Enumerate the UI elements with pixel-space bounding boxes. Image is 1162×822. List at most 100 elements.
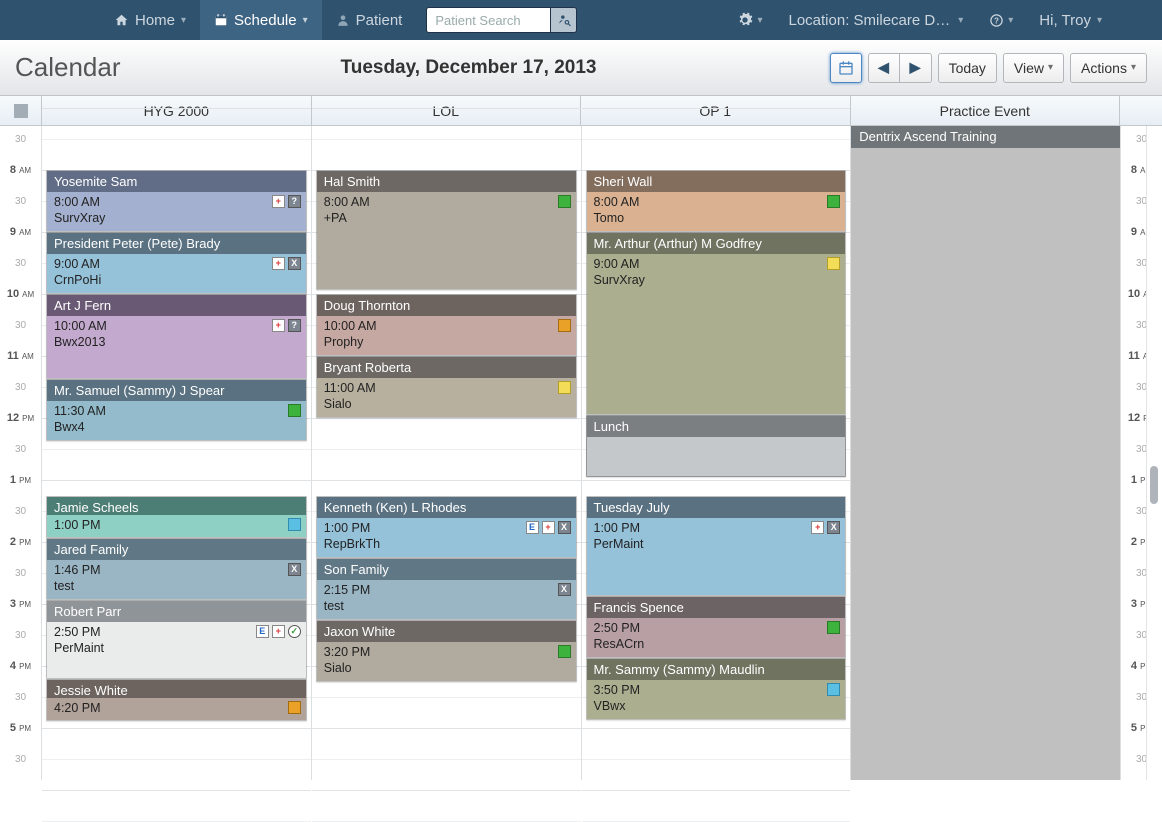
column-label: HYG 2000 xyxy=(144,103,209,119)
nav-schedule[interactable]: Schedule ▾ xyxy=(200,0,322,40)
datepicker-button[interactable] xyxy=(830,53,862,83)
operatory-column[interactable]: Sheri Wall8:00 AMTomoMr. Arthur (Arthur)… xyxy=(582,126,852,780)
appointment-procedure: Tomo xyxy=(594,211,839,227)
nav-home[interactable]: Home ▾ xyxy=(100,0,200,40)
appointment-body: 11:30 AMBwx4 xyxy=(47,401,306,440)
appointment-card[interactable]: Mr. Samuel (Sammy) J Spear11:30 AMBwx4 xyxy=(46,379,307,441)
calendar-toolbar: Calendar Tuesday, December 17, 2013 ◀ ▶ … xyxy=(0,40,1162,96)
appointment-icons xyxy=(827,257,840,270)
user-menu[interactable]: Hi, Troy ▾ xyxy=(1025,0,1102,40)
prev-button[interactable]: ◀ xyxy=(868,53,900,83)
appointment-card[interactable]: Mr. Sammy (Sammy) Maudlin3:50 PMVBwx xyxy=(586,658,847,720)
appointment-card[interactable]: Bryant Roberta11:00 AMSialo xyxy=(316,356,577,418)
column-header[interactable]: HYG 2000 xyxy=(42,96,312,125)
appointment-name: Jaxon White xyxy=(317,621,576,642)
half-hour-label: 30 xyxy=(0,196,41,207)
appointment-name: Bryant Roberta xyxy=(317,357,576,378)
appointment-card[interactable]: Mr. Arthur (Arthur) M Godfrey9:00 AMSurv… xyxy=(586,232,847,415)
practice-event-column[interactable]: Dentrix Ascend Training xyxy=(851,126,1120,780)
appointment-card[interactable]: Robert Parr2:50 PMPerMaintE+✓ xyxy=(46,600,307,679)
calendar-header: HYG 2000 LOL OP 1 Practice Event xyxy=(0,96,1162,126)
appointment-name: Yosemite Sam xyxy=(47,171,306,192)
patient-search-input[interactable] xyxy=(426,7,551,33)
appointment-card[interactable]: Doug Thornton10:00 AMProphy xyxy=(316,294,577,356)
appointment-time: 11:30 AM xyxy=(54,404,299,420)
hour-label: 9 AM xyxy=(0,226,41,238)
half-hour-label: 30 xyxy=(0,692,41,703)
patient-search-button[interactable] xyxy=(551,7,577,33)
appointment-card[interactable]: Jaxon White3:20 PMSialo xyxy=(316,620,577,682)
appointment-card[interactable]: Jessie White4:20 PM xyxy=(46,679,307,721)
appointment-card[interactable]: President Peter (Pete) Brady9:00 AMCrnPo… xyxy=(46,232,307,294)
appointment-card[interactable]: Son Family2:15 PMtestX xyxy=(316,558,577,620)
appointment-body: 10:00 AMBwx2013+? xyxy=(47,316,306,378)
scrollbar-thumb[interactable] xyxy=(1150,466,1158,504)
status-green-icon xyxy=(827,195,840,208)
next-button[interactable]: ▶ xyxy=(900,53,932,83)
column-header[interactable]: LOL xyxy=(312,96,582,125)
appointment-procedure: Sialo xyxy=(324,661,569,677)
view-label: View xyxy=(1014,60,1044,76)
settings-button[interactable]: ▾ xyxy=(725,0,774,40)
check-icon: ✓ xyxy=(288,625,301,638)
appointment-procedure: RepBrkTh xyxy=(324,537,569,553)
plus-icon: + xyxy=(272,319,285,332)
appointment-name: Jared Family xyxy=(47,539,306,560)
actions-button[interactable]: Actions ▾ xyxy=(1070,53,1147,83)
appointment-icons: E+✓ xyxy=(256,625,301,638)
half-hour-label: 30 xyxy=(0,320,41,331)
nav-patient[interactable]: Patient xyxy=(322,0,417,40)
appointment-card[interactable]: Hal Smith8:00 AM+PA xyxy=(316,170,577,290)
appointment-body: 8:00 AMTomo xyxy=(587,192,846,231)
appointment-name: Mr. Samuel (Sammy) J Spear xyxy=(47,380,306,401)
location-selector[interactable]: Location: Smilecare D… ▾ xyxy=(774,0,977,40)
appointment-name: Art J Fern xyxy=(47,295,306,316)
close-icon: X xyxy=(288,563,301,576)
appointment-icons: +? xyxy=(272,195,301,208)
caret-icon: ▾ xyxy=(1048,62,1053,73)
appointment-name: Son Family xyxy=(317,559,576,580)
appointment-name: Mr. Sammy (Sammy) Maudlin xyxy=(587,659,846,680)
appointment-card[interactable]: Kenneth (Ken) L Rhodes1:00 PMRepBrkThE+X xyxy=(316,496,577,558)
top-nav: Home ▾ Schedule ▾ Patient ▾ Location: Sm… xyxy=(0,0,1162,40)
menu-button[interactable] xyxy=(0,96,42,125)
appointment-card[interactable]: Sheri Wall8:00 AMTomo xyxy=(586,170,847,232)
view-button[interactable]: View ▾ xyxy=(1003,53,1064,83)
appointment-card[interactable]: Jamie Scheels1:00 PM xyxy=(46,496,307,538)
plus-icon: + xyxy=(272,625,285,638)
appointment-card[interactable]: Lunch xyxy=(586,415,847,477)
appointment-icons xyxy=(558,381,571,394)
appointment-icons: +? xyxy=(272,319,301,332)
calendar-icon xyxy=(838,60,854,76)
column-header[interactable]: Practice Event xyxy=(851,96,1121,125)
appointment-time: 1:00 PM xyxy=(594,521,839,537)
operatory-column[interactable]: Hal Smith8:00 AM+PADoug Thornton10:00 AM… xyxy=(312,126,582,780)
appointment-body: 4:20 PM xyxy=(47,698,306,720)
toolbar-right: ◀ ▶ Today View ▾ Actions ▾ xyxy=(830,53,1147,83)
appointment-time: 11:00 AM xyxy=(324,381,569,397)
status-green-icon xyxy=(827,621,840,634)
appointment-name: Lunch xyxy=(587,416,846,437)
close-icon: X xyxy=(288,257,301,270)
appointment-procedure: PerMaint xyxy=(594,537,839,553)
appointment-procedure: CrnPoHi xyxy=(54,273,299,289)
appointment-card[interactable]: Tuesday July1:00 PMPerMaint+X xyxy=(586,496,847,596)
half-hour-label: 30 xyxy=(0,258,41,269)
column-header[interactable]: OP 1 xyxy=(581,96,851,125)
appointment-procedure: SurvXray xyxy=(594,273,839,289)
half-hour-label: 30 xyxy=(0,568,41,579)
operatory-column[interactable]: Yosemite Sam8:00 AMSurvXray+?President P… xyxy=(42,126,312,780)
appointment-card[interactable]: Yosemite Sam8:00 AMSurvXray+? xyxy=(46,170,307,232)
appointment-card[interactable]: Francis Spence2:50 PMResACrn xyxy=(586,596,847,658)
location-label: Location: Smilecare D… xyxy=(788,12,950,29)
practice-event[interactable]: Dentrix Ascend Training xyxy=(851,126,1120,148)
help-button[interactable]: ? ▾ xyxy=(977,0,1025,40)
caret-icon: ▾ xyxy=(303,15,308,26)
appointment-icons: X xyxy=(558,583,571,596)
hour-label: 10 AM xyxy=(0,288,41,300)
appointment-card[interactable]: Jared Family1:46 PMtestX xyxy=(46,538,307,600)
half-hour-label: 30 xyxy=(0,382,41,393)
today-button[interactable]: Today xyxy=(938,53,997,83)
appointment-card[interactable]: Art J Fern10:00 AMBwx2013+? xyxy=(46,294,307,379)
vertical-scrollbar[interactable] xyxy=(1146,126,1162,780)
